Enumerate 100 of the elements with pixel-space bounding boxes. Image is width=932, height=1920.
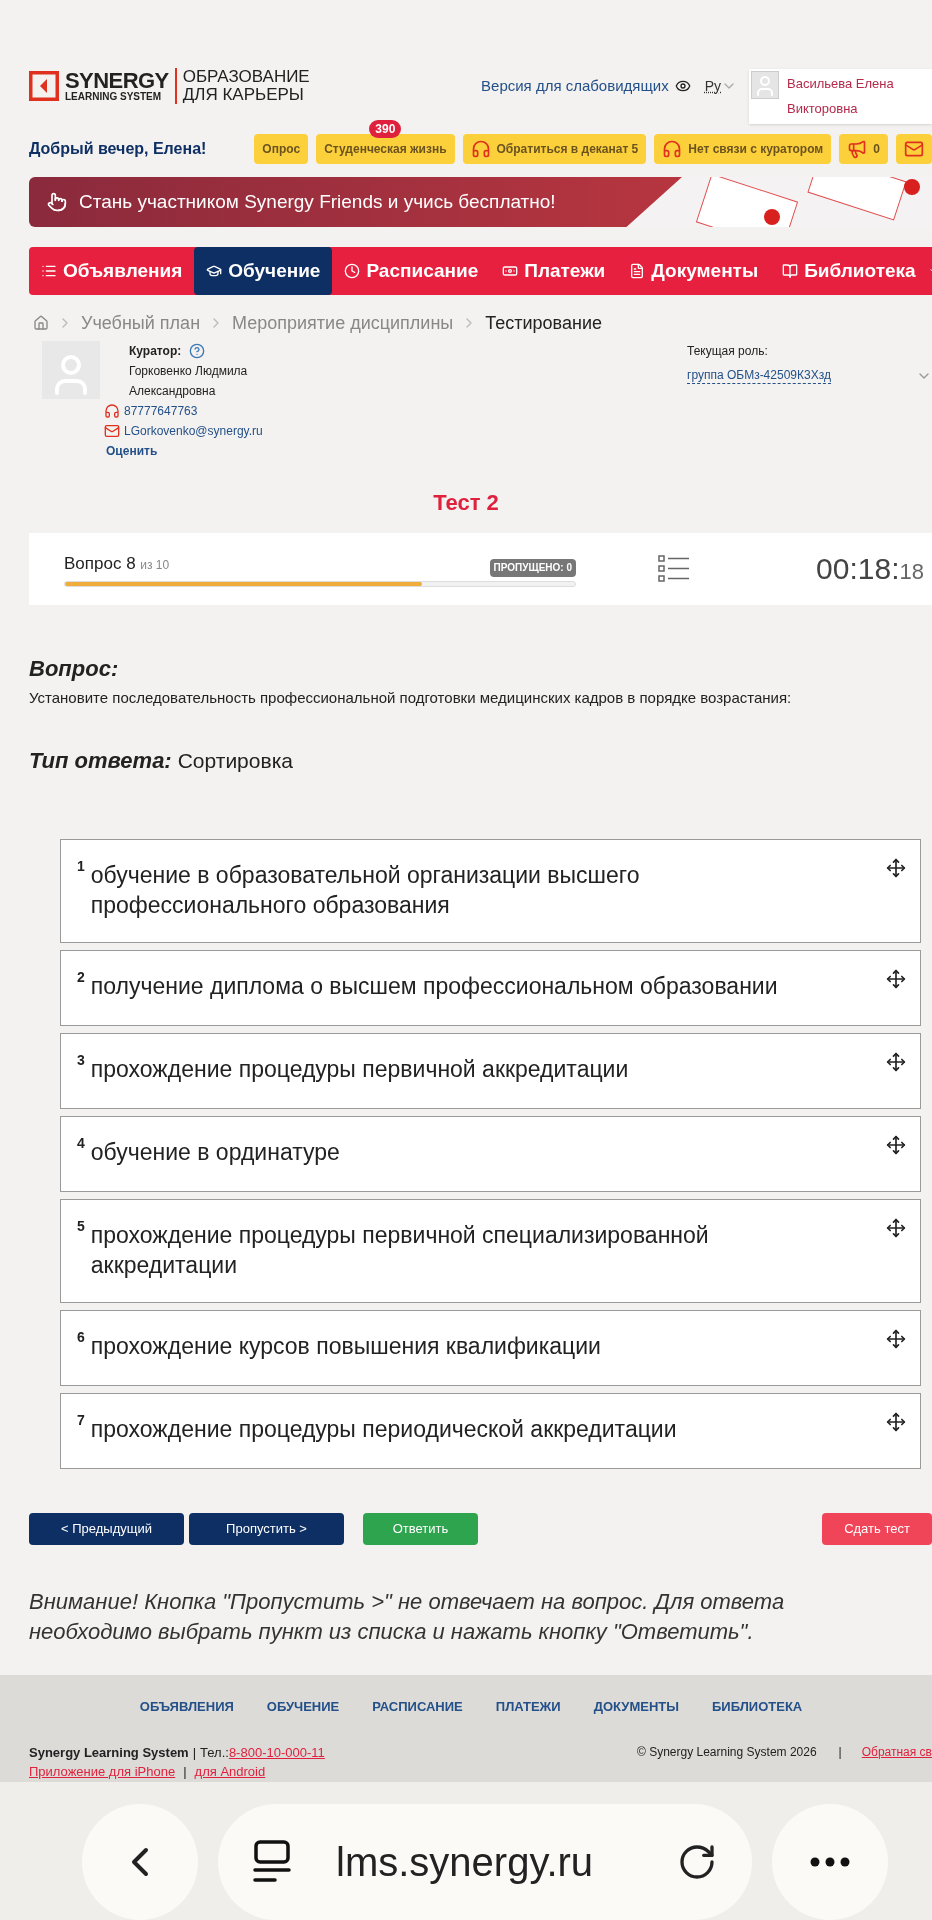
address-bar[interactable]: lms.synergy.ru bbox=[218, 1804, 752, 1920]
drag-handle-icon[interactable] bbox=[886, 858, 906, 879]
answer-text: прохождение курсов повышения квалификации bbox=[90, 1332, 602, 1362]
question-heading: Вопрос: bbox=[29, 654, 120, 683]
url-text: lms.synergy.ru bbox=[336, 1839, 594, 1886]
email-link[interactable]: LGorkovenko@synergy.ru bbox=[124, 421, 263, 442]
answer-text: прохождение процедуры первичной специализированной аккредитации bbox=[90, 1221, 710, 1281]
footer-link[interactable]: БИБЛИОТЕКА bbox=[712, 1697, 803, 1717]
logo-tagline: ОБРАЗОВАНИЕ bbox=[182, 68, 310, 87]
answer-text: прохождение процедуры первичной аккредитации bbox=[90, 1055, 630, 1085]
quick-button[interactable]: Обратиться в деканат 5 bbox=[462, 133, 647, 164]
answer-type-value: Сортировка bbox=[177, 748, 293, 775]
sortable-answer-item[interactable]: 4 обучение в ординатуре bbox=[60, 1116, 921, 1193]
sortable-answer-item[interactable]: 7 прохождение процедуры периодической аккредитации bbox=[60, 1393, 921, 1470]
user-card[interactable]: Васильева Елена Викторовна bbox=[749, 69, 932, 125]
nav-tab[interactable]: Документы bbox=[617, 247, 771, 296]
quick-button[interactable]: Студенческая жизнь bbox=[316, 133, 455, 164]
curator-name: Александровна bbox=[128, 383, 217, 401]
item-number: 1 bbox=[77, 857, 85, 877]
footer-link[interactable]: ОБЪЯВЛЕНИЯ bbox=[139, 1697, 234, 1717]
action-button[interactable]: < Предыдущий bbox=[29, 1513, 184, 1546]
nav-tab[interactable]: Обучение bbox=[194, 247, 333, 296]
quick-button[interactable] bbox=[895, 133, 932, 164]
nav-tab[interactable]: Расписание bbox=[332, 247, 491, 296]
footer-link[interactable]: РАСПИСАНИЕ bbox=[372, 1697, 463, 1717]
separator: | bbox=[838, 1743, 842, 1761]
app-link[interactable]: для Android bbox=[194, 1761, 266, 1781]
banner-text: Стань участником Synergy Friends и учись бесплатно! bbox=[79, 190, 556, 215]
sortable-answer-item[interactable]: 5 прохождение процедуры первичной специализированной аккредитации bbox=[60, 1199, 921, 1304]
test-title: Тест 2 bbox=[433, 489, 499, 518]
breadcrumb-link[interactable]: Учебный план bbox=[81, 309, 201, 337]
drag-handle-icon[interactable] bbox=[886, 969, 906, 990]
separator: | bbox=[192, 1743, 197, 1762]
headset-icon bbox=[662, 138, 683, 159]
sortable-answer-item[interactable]: 6 прохождение курсов повышения квалификации bbox=[60, 1310, 921, 1387]
question-counter: Вопрос 8 из 10 bbox=[64, 553, 170, 576]
item-number: 4 bbox=[77, 1134, 85, 1154]
curator-name: Горковенко Людмила bbox=[128, 363, 249, 381]
item-number: 5 bbox=[77, 1217, 85, 1237]
drag-handle-icon[interactable] bbox=[886, 1329, 906, 1350]
role-select[interactable]: группа ОБМз-42509К3Хзд bbox=[687, 367, 831, 385]
question-text: Установите последовательность профессиональной подготовки медицинских кадров в порядке возрастания: bbox=[29, 687, 793, 708]
quick-button[interactable]: 0 bbox=[839, 133, 888, 164]
home-icon[interactable] bbox=[33, 315, 49, 332]
breadcrumb-link[interactable]: Тестирование bbox=[485, 309, 602, 337]
sortable-answer-item[interactable]: 3 прохождение процедуры первичной аккредитации bbox=[60, 1033, 921, 1110]
reload-icon[interactable] bbox=[677, 1842, 717, 1882]
answer-text: прохождение процедуры периодической аккредитации bbox=[90, 1415, 678, 1445]
language-select[interactable]: Ру bbox=[704, 75, 737, 97]
help-icon[interactable] bbox=[189, 343, 206, 360]
action-button[interactable]: Ответить bbox=[363, 1513, 478, 1546]
drag-handle-icon[interactable] bbox=[886, 1052, 906, 1073]
document-icon bbox=[629, 263, 646, 280]
feedback-link[interactable]: Обратная св bbox=[861, 1742, 932, 1761]
phone-link[interactable]: 8-800-10-000-11 bbox=[228, 1742, 325, 1762]
book-icon bbox=[782, 263, 799, 280]
footer-link[interactable]: ОБУЧЕНИЕ bbox=[266, 1697, 340, 1717]
action-button[interactable]: Сдать тест bbox=[822, 1513, 932, 1546]
answer-text: обучение в ординатуре bbox=[90, 1138, 341, 1168]
drag-handle-icon[interactable] bbox=[886, 1218, 906, 1239]
nav-tab[interactable]: Объявления bbox=[29, 247, 195, 296]
headset-icon bbox=[104, 403, 120, 420]
nav-tab[interactable]: Библиотека bbox=[770, 247, 928, 296]
logo-tagline: ДЛЯ КАРЬЕРЫ bbox=[182, 86, 305, 105]
action-button[interactable]: Пропустить > bbox=[189, 1513, 344, 1546]
answer-text: получение диплома о высшем профессиональном образовании bbox=[90, 972, 779, 1002]
pointer-icon bbox=[47, 192, 67, 213]
breadcrumb-link[interactable]: Мероприятие дисциплины bbox=[232, 309, 454, 337]
phone-link[interactable]: 87777647763 bbox=[124, 401, 198, 422]
notice-text: Внимание! Кнопка "Пропустить >" не отвечает на вопрос. Для ответа необходимо выбрать пункт из списка и нажать кнопку "Ответить". bbox=[28, 1588, 786, 1647]
drag-handle-icon[interactable] bbox=[886, 1135, 906, 1156]
rate-link[interactable]: Оценить bbox=[104, 441, 263, 462]
logo-icon bbox=[29, 71, 59, 102]
tab-icon[interactable] bbox=[253, 1840, 291, 1884]
role-label: Текущая роль: bbox=[687, 343, 769, 361]
curator-label: Куратор: bbox=[129, 343, 182, 361]
headset-icon bbox=[470, 138, 491, 159]
quick-button[interactable]: Опрос bbox=[254, 133, 309, 164]
nav-tab[interactable]: Платежи bbox=[490, 247, 618, 296]
app-link[interactable]: Приложение для iPhone bbox=[29, 1761, 176, 1781]
user-name: Васильева Елена Викторовна bbox=[787, 75, 895, 119]
mail-icon bbox=[104, 423, 120, 440]
answer-type-label: Тип ответа: bbox=[29, 747, 172, 776]
clock-icon bbox=[344, 263, 361, 280]
footer-link[interactable]: ДОКУМЕНТЫ bbox=[593, 1697, 679, 1717]
skipped-badge: ПРОПУЩЕНО: 0 bbox=[489, 558, 576, 577]
sortable-answer-item[interactable]: 2 получение диплома о высшем профессиональном образовании bbox=[60, 950, 921, 1027]
logo-subtitle: LEARNING SYSTEM bbox=[65, 92, 163, 103]
quick-button[interactable]: Нет связи с куратором bbox=[654, 133, 832, 164]
question-list-icon[interactable] bbox=[658, 554, 690, 583]
avatar-placeholder bbox=[751, 71, 779, 100]
drag-handle-icon[interactable] bbox=[886, 1412, 906, 1433]
sortable-answer-item[interactable]: 1 обучение в образовательной организации высшего профессионального образования bbox=[60, 839, 921, 944]
copyright-text: © Synergy Learning System 2026 bbox=[636, 1743, 817, 1761]
accessibility-link[interactable]: Версия для слабовидящих bbox=[481, 75, 669, 98]
footer-link[interactable]: ПЛАТЕЖИ bbox=[495, 1697, 561, 1717]
item-number: 6 bbox=[77, 1328, 85, 1348]
item-number: 3 bbox=[77, 1051, 85, 1071]
logo-brand: SYNERGY bbox=[65, 70, 169, 93]
item-number: 2 bbox=[77, 968, 85, 988]
